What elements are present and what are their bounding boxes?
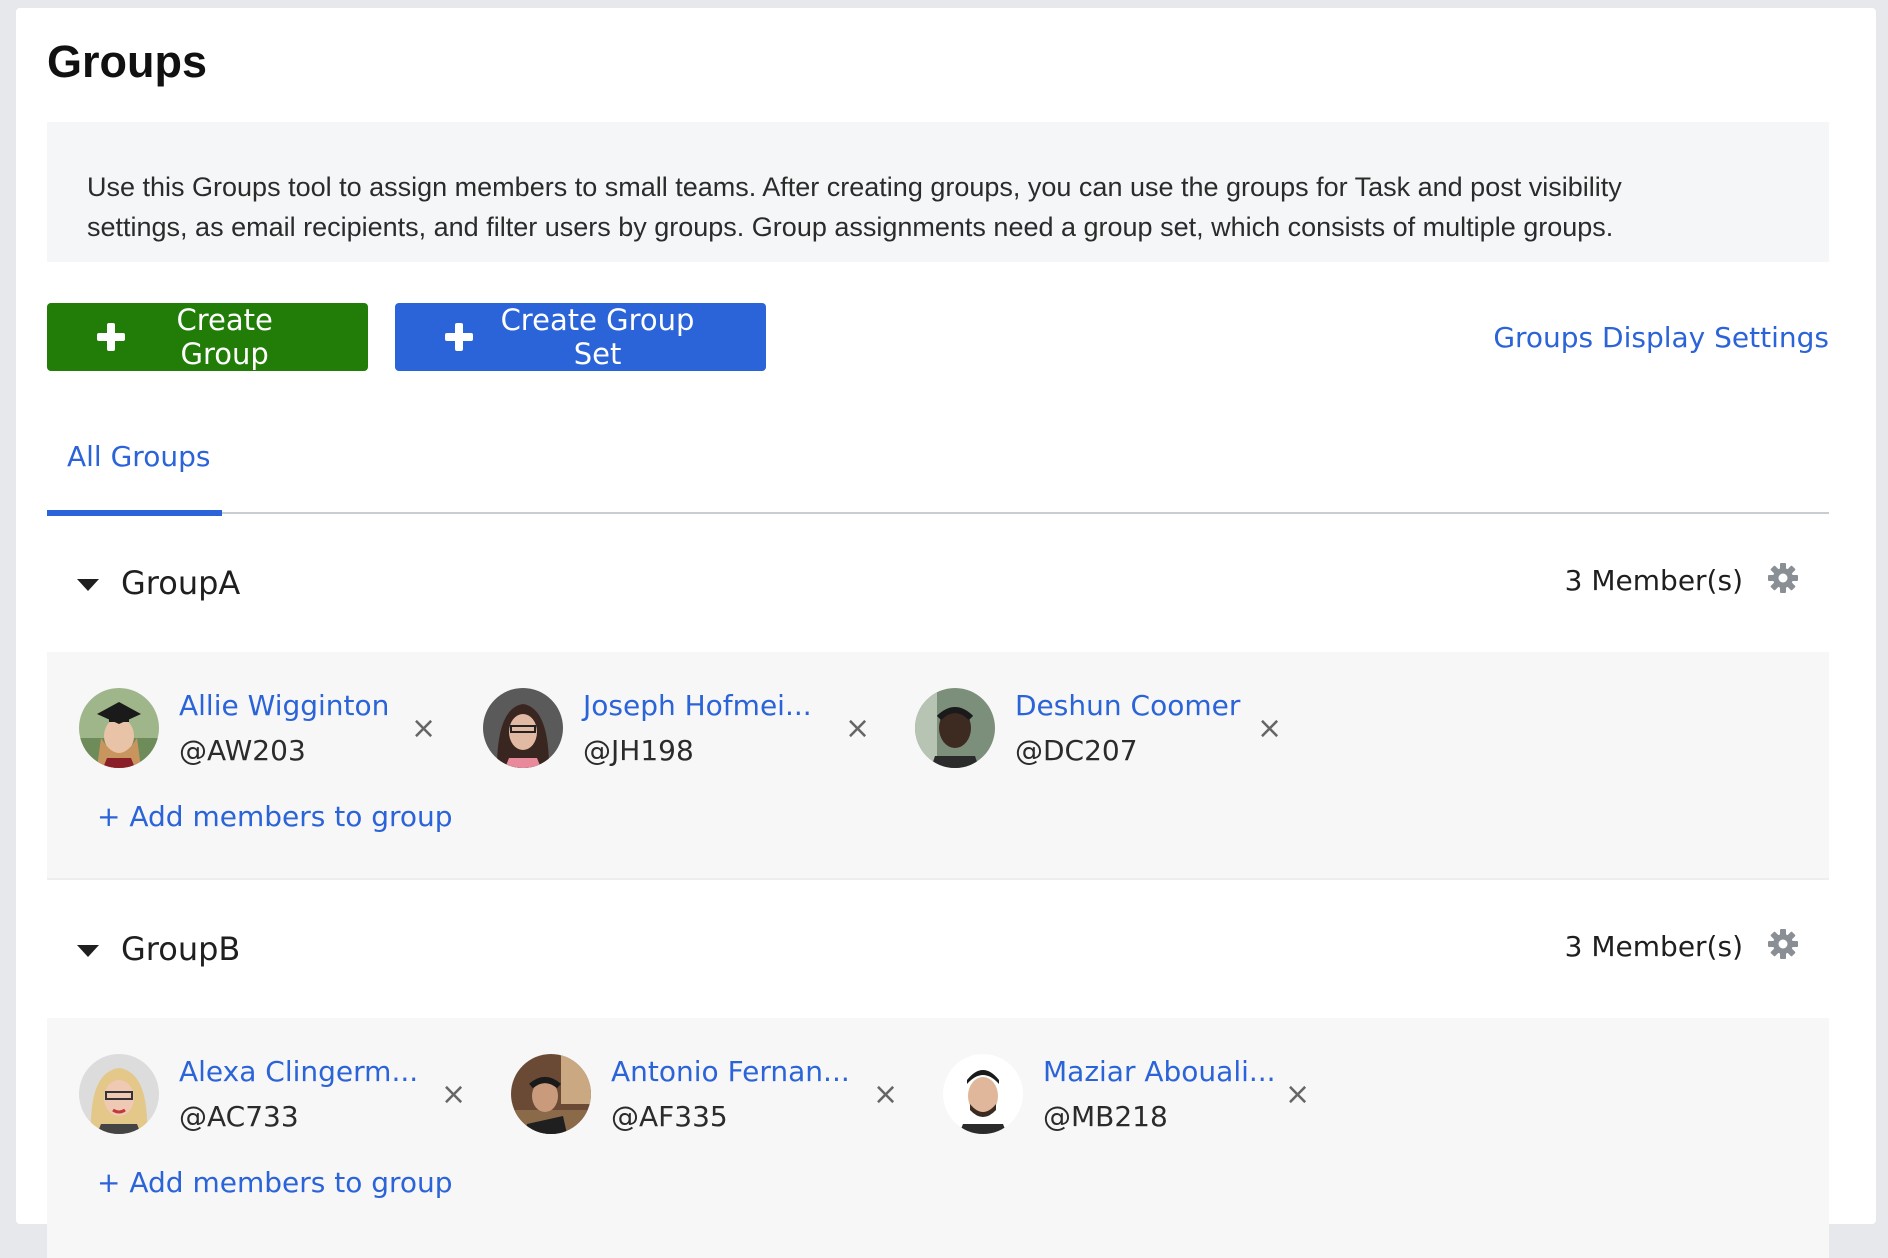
- create-group-set-button[interactable]: Create Group Set: [395, 303, 766, 371]
- group-name: GroupA: [121, 564, 241, 602]
- avatar: [511, 1054, 591, 1134]
- gear-icon[interactable]: [1767, 928, 1799, 960]
- member-handle: @MB218: [1043, 1100, 1168, 1133]
- member-list: Alexa Clingerm... @AC733 × Antonio Ferna…: [79, 1054, 1799, 1134]
- remove-member-icon[interactable]: ×: [1257, 711, 1282, 746]
- member-name[interactable]: Allie Wigginton: [179, 688, 411, 728]
- member-text: Joseph Hofmei... @JH198: [583, 688, 845, 768]
- remove-member-icon[interactable]: ×: [411, 711, 436, 746]
- member-count: 3 Member(s): [1564, 563, 1743, 597]
- member-item: Deshun Coomer @DC207 ×: [915, 688, 1315, 768]
- info-panel: Use this Groups tool to assign members t…: [47, 122, 1829, 262]
- page-title: Groups: [47, 36, 208, 87]
- member-name[interactable]: Maziar Abouali...: [1043, 1054, 1285, 1094]
- info-line-1: Use this Groups tool to assign members t…: [87, 172, 1622, 202]
- groups-page: Groups Use this Groups tool to assign me…: [16, 8, 1876, 1258]
- plus-icon: [445, 323, 474, 351]
- action-bar: Create Group Create Group Set Groups Dis…: [47, 303, 1829, 371]
- add-members-link[interactable]: + Add members to group: [97, 800, 453, 833]
- remove-member-icon[interactable]: ×: [845, 711, 870, 746]
- avatar: [915, 688, 995, 768]
- member-text: Allie Wigginton @AW203: [179, 688, 411, 768]
- group-name: GroupB: [121, 930, 241, 968]
- create-group-button[interactable]: Create Group: [47, 303, 368, 371]
- remove-member-icon[interactable]: ×: [1285, 1077, 1310, 1112]
- avatar: [943, 1054, 1023, 1134]
- group-header: GroupA 3 Member(s): [47, 514, 1829, 652]
- member-name[interactable]: Deshun Coomer: [1015, 688, 1257, 728]
- create-group-label: Create Group: [176, 303, 273, 371]
- groups-display-settings-link[interactable]: Groups Display Settings: [1493, 321, 1829, 354]
- remove-member-icon[interactable]: ×: [873, 1077, 898, 1112]
- member-handle: @AW203: [179, 734, 306, 767]
- member-handle: @AF335: [611, 1100, 728, 1133]
- gear-icon[interactable]: [1767, 562, 1799, 594]
- tab-all-groups[interactable]: All Groups: [47, 424, 222, 516]
- member-item: Antonio Fernan... @AF335 ×: [511, 1054, 943, 1134]
- remove-member-icon[interactable]: ×: [441, 1077, 466, 1112]
- member-item: Allie Wigginton @AW203 ×: [79, 688, 483, 768]
- member-count: 3 Member(s): [1564, 929, 1743, 963]
- caret-down-icon[interactable]: [77, 945, 99, 957]
- member-item: Joseph Hofmei... @JH198 ×: [483, 688, 915, 768]
- info-line-2: settings, as email recipients, and filte…: [87, 212, 1614, 242]
- plus-icon: [97, 323, 126, 351]
- group-members-panel: Allie Wigginton @AW203 × Joseph Hofmei..…: [47, 652, 1829, 880]
- avatar: [79, 688, 159, 768]
- member-text: Deshun Coomer @DC207: [1015, 688, 1257, 768]
- avatar: [79, 1054, 159, 1134]
- member-item: Maziar Abouali... @MB218 ×: [943, 1054, 1343, 1134]
- member-text: Maziar Abouali... @MB218: [1043, 1054, 1285, 1134]
- member-name[interactable]: Antonio Fernan...: [611, 1054, 873, 1094]
- group-members-panel: Alexa Clingerm... @AC733 × Antonio Ferna…: [47, 1018, 1829, 1258]
- tab-bar: All Groups: [47, 424, 1829, 516]
- member-handle: @AC733: [179, 1100, 299, 1133]
- avatar: [483, 688, 563, 768]
- member-text: Alexa Clingerm... @AC733: [179, 1054, 441, 1134]
- member-name[interactable]: Alexa Clingerm...: [179, 1054, 441, 1094]
- create-group-set-label: Create Group Set: [500, 303, 695, 371]
- caret-down-icon[interactable]: [77, 579, 99, 591]
- member-handle: @DC207: [1015, 734, 1138, 767]
- group-header: GroupB 3 Member(s): [47, 880, 1829, 1018]
- member-handle: @JH198: [583, 734, 694, 767]
- member-item: Alexa Clingerm... @AC733 ×: [79, 1054, 511, 1134]
- member-name[interactable]: Joseph Hofmei...: [583, 688, 845, 728]
- add-members-link[interactable]: + Add members to group: [97, 1166, 453, 1199]
- member-text: Antonio Fernan... @AF335: [611, 1054, 873, 1134]
- member-list: Allie Wigginton @AW203 × Joseph Hofmei..…: [79, 688, 1799, 768]
